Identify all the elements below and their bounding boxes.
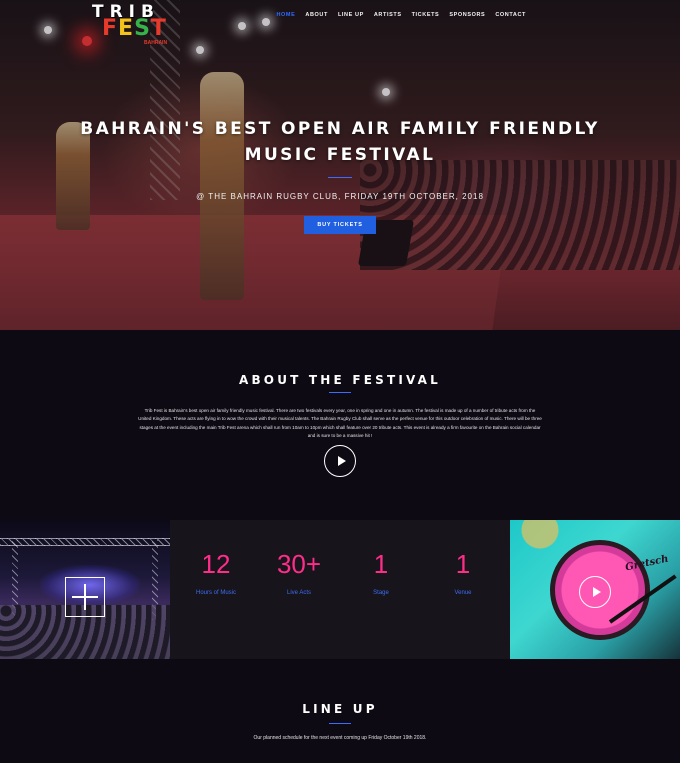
stat-stage: 1 Stage [341, 548, 421, 596]
about-play-button[interactable] [324, 445, 356, 477]
stats-band: 12 Hours of Music 30+ Live Acts 1 Stage … [0, 520, 680, 659]
logo-letter: S [134, 16, 151, 41]
nav-tickets[interactable]: TICKETS [407, 10, 445, 20]
logo-fest: FEST [102, 16, 167, 41]
stat-acts: 30+ Live Acts [259, 548, 339, 596]
buy-tickets-button[interactable]: BUY TICKETS [304, 216, 376, 234]
hero-subtitle: @ THE BAHRAIN RUGBY CLUB, FRIDAY 19TH OC… [196, 192, 484, 201]
about-title: ABOUT THE FESTIVAL [238, 373, 442, 387]
hero-title: BAHRAIN'S BEST OPEN AIR FAMILY FRIENDLY … [80, 119, 600, 165]
stat-value: 30+ [276, 549, 322, 579]
about-section: ABOUT THE FESTIVAL Trib Fest is Bahrain'… [0, 330, 680, 520]
nav-contact[interactable]: CONTACT [490, 10, 531, 20]
nav-line-up[interactable]: LINE UP [333, 10, 369, 20]
stat-label: Stage [373, 590, 389, 596]
drum-play-button[interactable] [579, 576, 611, 608]
lineup-subtitle: Our planned schedule for the next event … [253, 735, 427, 741]
nav-artists[interactable]: ARTISTS [369, 10, 407, 20]
truss-horizontal [0, 538, 170, 546]
stat-venue: 1 Venue [423, 548, 503, 596]
site-logo[interactable]: TRIB FEST BAHRAIN [92, 2, 168, 48]
nav-about[interactable]: ABOUT [300, 10, 333, 20]
play-icon [337, 456, 346, 466]
lineup-title: LINE UP [302, 702, 378, 716]
stat-value: 12 [201, 549, 231, 579]
nav-sponsors[interactable]: SPONSORS [444, 10, 490, 20]
play-icon [592, 587, 601, 597]
logo-sub: BAHRAIN [144, 40, 168, 46]
drum-image[interactable]: Gretsch [510, 520, 680, 659]
lineup-section: LINE UP Our planned schedule for the nex… [0, 659, 680, 763]
stat-label: Hours of Music [195, 590, 236, 596]
hero-divider [328, 177, 352, 178]
stat-label: Live Acts [286, 590, 311, 596]
plus-icon[interactable] [65, 577, 105, 617]
main-nav: HOME ABOUT LINE UP ARTISTS TICKETS SPONS… [271, 10, 531, 20]
logo-letter: T [150, 16, 167, 41]
stat-value: 1 [455, 549, 471, 579]
concert-image[interactable] [0, 520, 170, 659]
logo-letter: F [102, 16, 119, 41]
nav-home[interactable]: HOME [271, 10, 300, 20]
logo-letter: E [118, 16, 135, 41]
lineup-divider [329, 723, 351, 724]
about-body: Trib Fest is Bahrain's best open air fam… [138, 408, 542, 439]
stat-hours: 12 Hours of Music [176, 548, 256, 596]
stat-value: 1 [373, 549, 389, 579]
stat-label: Venue [454, 590, 472, 596]
about-divider [329, 392, 351, 393]
cymbal [510, 520, 570, 560]
